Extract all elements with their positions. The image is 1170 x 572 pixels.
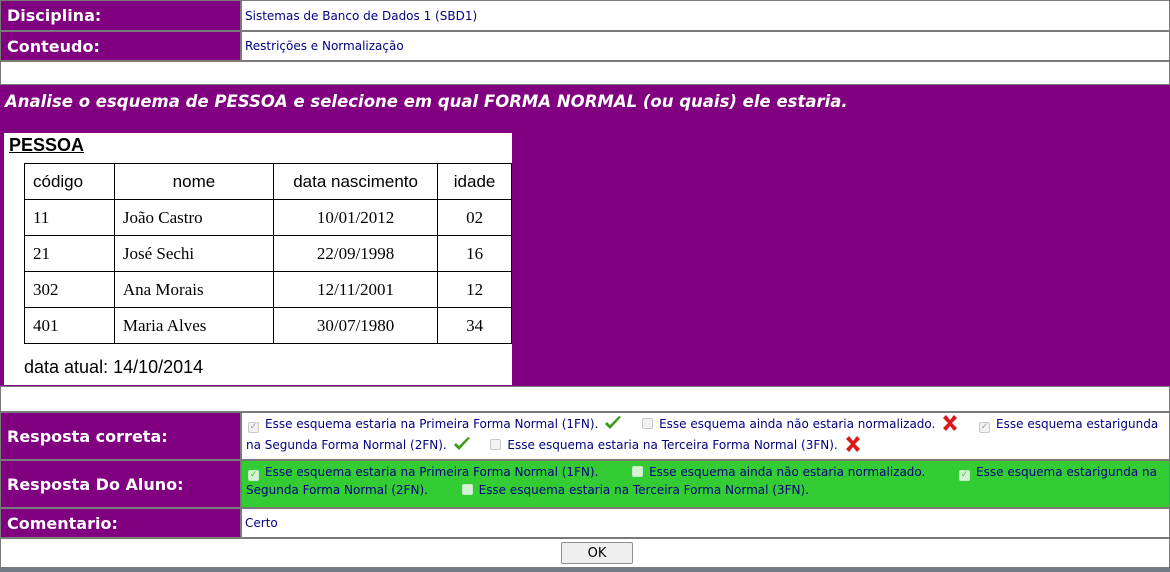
option-text: Esse esquema estaria na Terceira Forma N… [507,438,838,452]
comentario-value: Certo [241,508,1170,538]
pessoa-table: código nome data nascimento idade 11 Joã… [24,163,512,344]
question-text: Analise o esquema de PESSOA e selecione … [5,92,848,111]
table-cell: 30/07/1980 [273,307,439,344]
table-cell: Maria Alves [113,307,275,344]
checkbox-checked: ✓ [248,422,259,433]
checkbox-unchecked [490,439,502,450]
table-cell: 302 [24,271,115,308]
table-header-row: código nome data nascimento idade [24,163,512,200]
cross-icon [844,436,862,457]
conteudo-label: Conteudo: [0,31,241,61]
table-row: 21 José Sechi 22/09/1998 16 [24,235,512,272]
table-row: 401 Maria Alves 30/07/1980 34 [24,307,512,344]
checkbox-checked: ✓ [979,422,991,433]
checkbox-unchecked [461,484,473,495]
button-row: OK [0,538,1170,568]
table-cell: José Sechi [113,235,275,272]
disciplina-row: Disciplina: Sistemas de Banco de Dados 1… [0,0,1170,31]
resposta-correta-row: Resposta correta: ✓ Esse esquema estaria … [0,412,1170,460]
check-icon [453,436,471,457]
table-cell: 16 [437,235,512,272]
option-text: Esse esquema estaria na Primeira Forma N… [265,417,599,431]
schema-title: PESSOA [9,135,85,155]
check-icon [604,415,622,436]
ok-button[interactable]: OK [561,542,633,564]
table-cell: 401 [24,307,115,344]
resposta-correta-options: ✓ Esse esquema estaria na Primeira Forma … [241,412,1170,460]
resposta-aluno-options: ✓ Esse esquema estaria na Primeira Forma … [241,460,1170,508]
table-cell: 02 [437,199,512,236]
pessoa-schema-image: PESSOA código nome data nascimento idade… [4,133,512,385]
question-panel: Analise o esquema de PESSOA e selecione … [0,85,1170,386]
comentario-label: Comentario: [0,508,241,538]
disciplina-label: Disciplina: [0,0,241,31]
resposta-correta-label: Resposta correta: [0,412,241,460]
option-text: Esse esquema ainda não estaria normaliza… [649,465,926,479]
checkbox-unchecked [642,418,654,429]
cross-icon [941,415,959,436]
table-cell: 11 [24,199,115,236]
conteudo-row: Conteudo: Restrições e Normalização [0,31,1170,61]
table-cell: 21 [24,235,115,272]
column-header: código [24,163,115,200]
column-header: nome [113,163,275,200]
table-cell: Ana Morais [113,271,275,308]
spacer-row [0,386,1170,412]
resposta-aluno-row: Resposta Do Aluno: ✓ Esse esquema estaria… [0,460,1170,508]
checkbox-unchecked [632,466,644,477]
current-date-note: data atual: 14/10/2014 [24,357,204,377]
option-text: Esse esquema estaria na Primeira Forma N… [265,465,599,479]
option-text: Esse esquema estaria na Terceira Forma N… [478,483,809,497]
option-text: Esse esquema ainda não estaria normaliza… [659,417,936,431]
resposta-aluno-label: Resposta Do Aluno: [0,460,241,508]
conteudo-value: Restrições e Normalização [241,31,1170,61]
spacer-row [0,61,1170,85]
table-row: 302 Ana Morais 12/11/2001 12 [24,271,512,308]
column-header: idade [437,163,512,200]
table-cell: 34 [437,307,512,344]
table-cell: 10/01/2012 [273,199,439,236]
column-header: data nascimento [273,163,439,200]
table-cell: João Castro [113,199,275,236]
checkbox-checked: ✓ [248,470,259,481]
table-cell: 12 [437,271,512,308]
comentario-row: Comentario: Certo [0,508,1170,538]
table-cell: 12/11/2001 [273,271,439,308]
checkbox-checked: ✓ [959,470,971,481]
bottom-bar [0,568,1170,572]
disciplina-value: Sistemas de Banco de Dados 1 (SBD1) [241,0,1170,31]
table-cell: 22/09/1998 [273,235,439,272]
table-row: 11 João Castro 10/01/2012 02 [24,199,512,236]
